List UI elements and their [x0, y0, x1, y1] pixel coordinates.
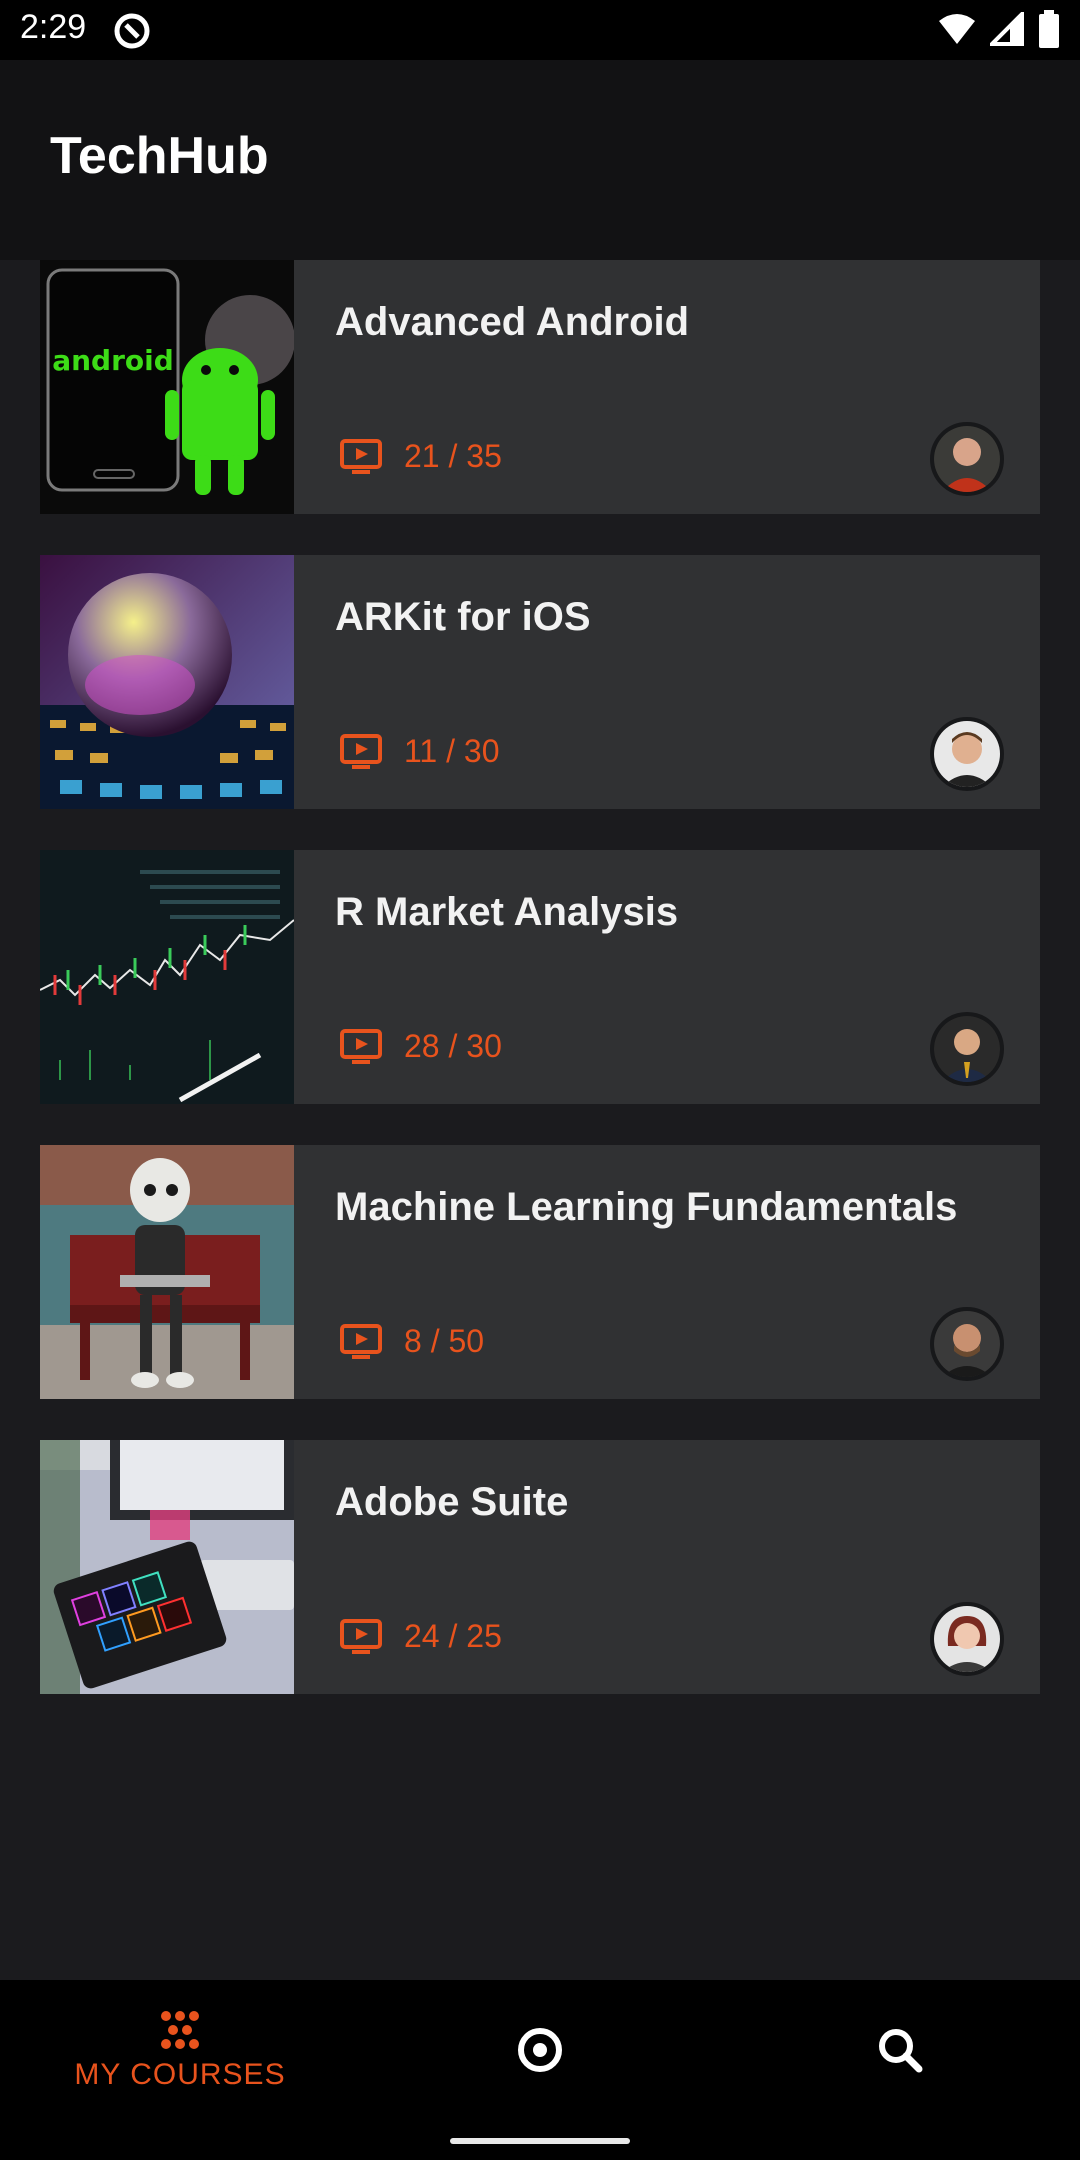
course-thumbnail: android: [40, 260, 294, 514]
course-progress: 21 / 35: [340, 438, 502, 475]
course-card-r-market-analysis[interactable]: R Market Analysis 28 / 30: [40, 850, 1040, 1104]
robot-on-bench-photo: [40, 1145, 294, 1399]
video-lesson-icon: [340, 733, 382, 769]
course-card-adobe-suite[interactable]: Adobe Suite 24 / 25: [40, 1440, 1040, 1694]
target-icon: [518, 2028, 562, 2072]
instructor-avatar: [930, 422, 1004, 496]
progress-count: 24 / 25: [404, 1618, 502, 1654]
home-indicator[interactable]: [450, 2138, 630, 2144]
nav-my-courses[interactable]: MY COURSES: [60, 1980, 300, 2120]
nav-label: MY COURSES: [74, 2058, 286, 2091]
android-robot-photo: android: [40, 260, 294, 514]
status-time: 2:29: [20, 8, 87, 46]
page-title: TechHub: [50, 127, 269, 185]
course-card-advanced-android[interactable]: android Advanced Android 21 / 35: [40, 260, 1040, 514]
wifi-icon: [939, 14, 975, 44]
bottom-navigation: MY COURSES: [0, 1980, 1080, 2160]
instructor-avatar: [930, 1307, 1004, 1381]
adobe-apps-tablet-photo: [40, 1440, 294, 1694]
course-progress: 24 / 25: [340, 1618, 502, 1655]
instructor-avatar: [930, 1602, 1004, 1676]
course-thumbnail: [40, 555, 294, 809]
battery-icon: [1039, 10, 1059, 48]
app-notification-icon: [114, 13, 150, 49]
course-title: Machine Learning Fundamentals: [335, 1185, 958, 1229]
svg-text:android: android: [52, 344, 174, 377]
course-progress: 11 / 30: [340, 733, 499, 770]
glass-sphere-photo: [40, 555, 294, 809]
course-title: R Market Analysis: [335, 890, 679, 934]
video-lesson-icon: [340, 1323, 382, 1359]
status-bar: 2:29: [0, 0, 1080, 60]
course-progress: 28 / 30: [340, 1028, 502, 1065]
course-card-machine-learning-fundamentals[interactable]: Machine Learning Fundamentals 8 / 50: [40, 1145, 1040, 1399]
nav-discover[interactable]: [480, 1980, 600, 2120]
course-progress: 8 / 50: [340, 1323, 484, 1360]
progress-count: 21 / 35: [404, 438, 502, 474]
signal-icon: [990, 12, 1024, 46]
progress-count: 8 / 50: [404, 1323, 485, 1359]
course-title: Adobe Suite: [335, 1480, 569, 1524]
stock-chart-photo: [40, 850, 294, 1104]
instructor-avatar: [930, 1012, 1004, 1086]
course-card-arkit-ios[interactable]: ARKit for iOS 11 / 30: [40, 555, 1040, 809]
instructor-avatar: [930, 717, 1004, 791]
video-lesson-icon: [340, 438, 382, 474]
nav-search[interactable]: [840, 1980, 960, 2120]
course-title: ARKit for iOS: [335, 595, 591, 639]
status-icons: [938, 10, 1060, 48]
video-lesson-icon: [340, 1618, 382, 1654]
course-thumbnail: [40, 850, 294, 1104]
progress-count: 28 / 30: [404, 1028, 502, 1064]
course-thumbnail: [40, 1145, 294, 1399]
progress-count: 11 / 30: [404, 733, 500, 769]
dots-grid-icon: [161, 2011, 199, 2049]
course-thumbnail: [40, 1440, 294, 1694]
search-icon: [879, 2029, 923, 2073]
video-lesson-icon: [340, 1028, 382, 1064]
course-title: Advanced Android: [335, 300, 690, 344]
